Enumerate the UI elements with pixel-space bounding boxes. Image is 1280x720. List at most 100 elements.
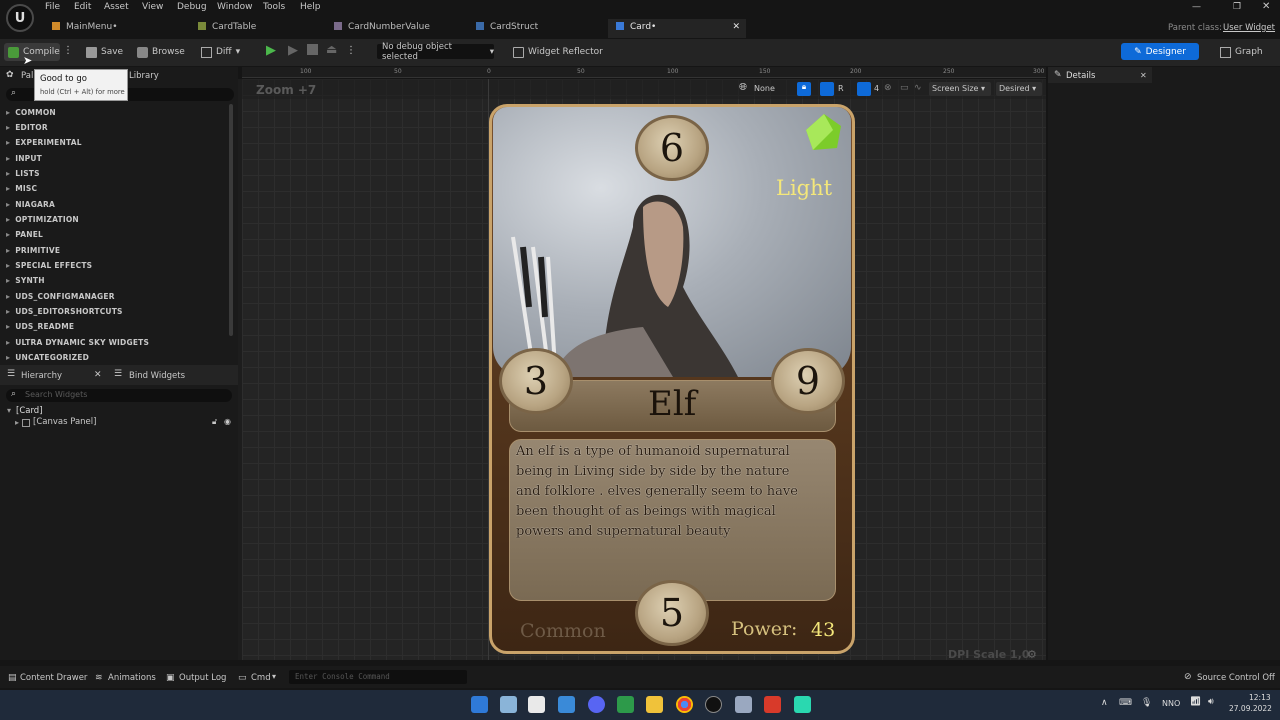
image-icon[interactable]: ▭ — [900, 83, 909, 93]
hierarchy-canvas-panel[interactable]: [Canvas Panel] — [33, 417, 96, 427]
content-drawer-button[interactable]: Content Drawer — [20, 673, 87, 683]
category-primitive[interactable]: PRIMITIVE — [6, 246, 60, 255]
chrome-icon[interactable] — [676, 696, 693, 713]
category-uds-configmanager[interactable]: UDS_CONFIGMANAGER — [6, 292, 115, 301]
category-input[interactable]: INPUT — [6, 154, 42, 163]
output-log-button[interactable]: Output Log — [179, 673, 226, 683]
category-optimization[interactable]: OPTIMIZATION — [6, 215, 79, 224]
menu-help[interactable]: Help — [300, 2, 321, 12]
language-indicator[interactable]: NNO — [1162, 699, 1180, 708]
category-synth[interactable]: SYNTH — [6, 276, 45, 285]
wifi-icon[interactable]: 📶︎ — [1190, 697, 1201, 707]
category-experimental[interactable]: EXPERIMENTAL — [6, 138, 82, 147]
graph-button[interactable]: Graph — [1220, 44, 1263, 60]
widget-reflector-button[interactable]: Widget Reflector — [513, 44, 603, 60]
tab-mainmenu[interactable]: MainMenu• — [44, 19, 184, 38]
close-tab-icon[interactable]: ✕ — [732, 22, 740, 32]
menu-tools[interactable]: Tools — [263, 2, 285, 12]
category-uds-readme[interactable]: UDS_README — [6, 322, 74, 331]
tab-cardstruct[interactable]: CardStruct — [468, 19, 604, 38]
chevron-down-icon[interactable]: ▾ — [272, 672, 276, 681]
hierarchy-root-card[interactable]: [Card] — [16, 406, 43, 416]
grid-snap-value[interactable]: 4 — [874, 84, 879, 93]
cmd-select[interactable]: Cmd — [251, 673, 271, 683]
file-explorer-icon[interactable] — [646, 696, 663, 713]
lock-icon[interactable]: 🔓︎ — [212, 417, 217, 427]
menu-asset[interactable]: Asset — [104, 2, 129, 12]
grid-snap-icon[interactable] — [857, 82, 871, 96]
category-common[interactable]: COMMON — [6, 108, 56, 117]
tab-cardnumbervalue[interactable]: CardNumberValue — [326, 19, 462, 38]
chevron-up-icon[interactable]: ∧ — [1101, 698, 1108, 708]
category-lists[interactable]: LISTS — [6, 169, 40, 178]
r-toggle[interactable]: R — [838, 84, 844, 93]
maximize-icon[interactable]: ❐ — [1233, 2, 1241, 12]
menu-window[interactable]: Window — [217, 2, 253, 12]
photos-icon[interactable] — [500, 696, 517, 713]
stop-icon[interactable] — [307, 44, 318, 55]
menu-view[interactable]: View — [142, 2, 163, 12]
unreal-logo-icon[interactable]: U — [6, 4, 34, 32]
step-icon[interactable]: ▶ — [288, 43, 298, 58]
close-details-icon[interactable]: ✕ — [1140, 71, 1147, 80]
app-icon[interactable] — [794, 696, 811, 713]
mail-icon[interactable] — [558, 696, 575, 713]
designer-button[interactable]: ✎ Designer — [1121, 43, 1199, 60]
bind-widgets-tab[interactable]: Bind Widgets — [129, 371, 185, 381]
microphone-icon[interactable]: 🎙︎ — [1141, 698, 1152, 708]
minimize-icon[interactable]: — — [1192, 2, 1201, 12]
play-options-icon[interactable]: ⋮ — [346, 45, 356, 56]
menu-file[interactable]: File — [45, 2, 60, 12]
category-uds-editorshortcuts[interactable]: UDS_EDITORSHORTCUTS — [6, 307, 123, 316]
notepad-icon[interactable] — [528, 696, 545, 713]
play-icon[interactable]: ▶ — [266, 43, 276, 58]
dpi-settings-gear-icon[interactable]: ⚙ — [1027, 648, 1037, 661]
tab-card[interactable]: Card• ✕ — [608, 19, 746, 38]
category-editor[interactable]: EDITOR — [6, 123, 48, 132]
culture-select[interactable]: None — [754, 84, 775, 93]
unreal-engine-taskbar-icon[interactable] — [705, 696, 722, 713]
debug-object-select[interactable]: No debug object selected ▾ — [377, 42, 494, 62]
app-icon[interactable] — [764, 696, 781, 713]
close-hierarchy-icon[interactable]: ✕ — [94, 370, 102, 380]
clock-date[interactable]: 27.09.2022 — [1229, 704, 1272, 713]
tab-cardtable[interactable]: CardTable — [190, 19, 326, 38]
category-ultra-dynamic-sky[interactable]: ULTRA DYNAMIC SKY WIDGETS — [6, 338, 149, 347]
save-button[interactable]: Save — [86, 44, 123, 60]
desired-select[interactable]: Desired ▾ — [996, 82, 1042, 96]
keyboard-icon[interactable]: ⌨ — [1119, 698, 1132, 708]
expand-icon[interactable]: ▾ — [7, 406, 11, 415]
category-misc[interactable]: MISC — [6, 184, 37, 193]
expand-icon[interactable]: ▸ — [15, 418, 19, 427]
clock-time[interactable]: 12:13 — [1249, 693, 1271, 702]
lock-toggle-icon[interactable]: 🔒︎ — [797, 82, 811, 96]
start-icon[interactable] — [471, 696, 488, 713]
palette-scrollbar[interactable] — [229, 104, 233, 336]
category-special-effects[interactable]: SPECIAL EFFECTS — [6, 261, 92, 270]
close-window-icon[interactable]: ✕ — [1262, 1, 1270, 12]
hierarchy-tab[interactable]: Hierarchy — [21, 371, 62, 381]
file-icon[interactable] — [617, 696, 634, 713]
browse-button[interactable]: Browse — [137, 44, 185, 60]
diff-button[interactable]: Diff ▾ — [201, 44, 240, 60]
menu-debug[interactable]: Debug — [177, 2, 207, 12]
wave-icon[interactable]: ∿ — [914, 83, 922, 93]
animations-button[interactable]: Animations — [108, 673, 156, 683]
category-panel[interactable]: PANEL — [6, 230, 43, 239]
source-control-status[interactable]: Source Control Off — [1197, 673, 1275, 683]
volume-icon[interactable]: 🔊︎ — [1208, 697, 1214, 707]
parent-class-link[interactable]: User Widget — [1223, 23, 1275, 33]
library-tab[interactable]: Library — [129, 71, 159, 81]
eject-icon[interactable]: ⏏ — [326, 42, 337, 56]
category-niagara[interactable]: NIAGARA — [6, 200, 55, 209]
palette-tab[interactable]: Pal — [21, 71, 33, 81]
details-tab[interactable] — [1048, 67, 1152, 83]
calculator-icon[interactable] — [735, 696, 752, 713]
visibility-eye-icon[interactable]: ◉ — [224, 417, 231, 426]
compile-options-icon[interactable]: ⋮ — [63, 45, 73, 56]
respect-locks-icon[interactable] — [820, 82, 834, 96]
screen-size-select[interactable]: Screen Size ▾ — [929, 82, 991, 96]
discord-icon[interactable] — [588, 696, 605, 713]
outline-icon[interactable]: ⊗ — [884, 83, 892, 93]
globe-icon[interactable]: 🌐︎ — [739, 82, 747, 93]
